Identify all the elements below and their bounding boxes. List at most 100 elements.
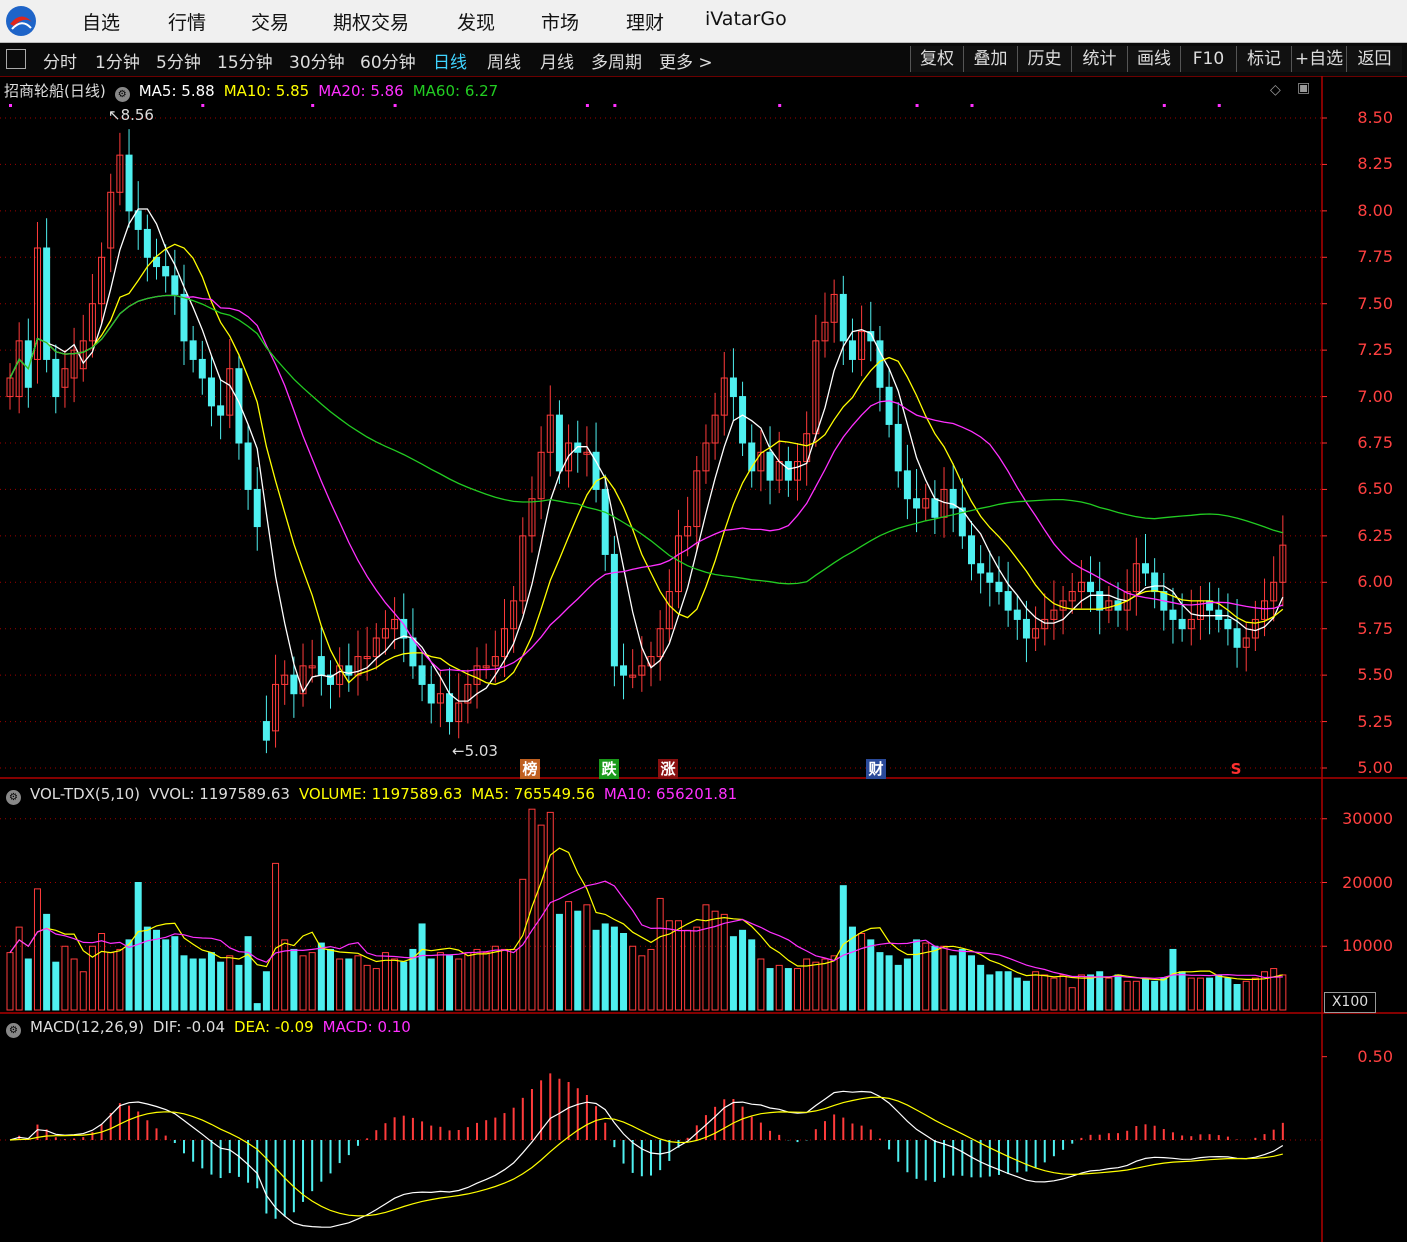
candle [1187,589,1195,646]
price-tick-label: 7.25 [1357,340,1393,360]
volume-bar [720,913,728,1011]
settings-gear-icon[interactable]: ⚙ [114,87,130,102]
candle [519,517,527,614]
volume-bar [1132,980,1140,1011]
dea-line [9,1096,1283,1217]
candle [812,314,820,447]
candle [134,181,142,250]
volume-bar [446,955,454,1011]
event-marker-0[interactable]: 榜 [520,759,540,779]
candle [711,392,719,460]
candle [33,222,41,384]
vol-indicator-label[interactable]: VOL-TDX(5,10) [30,785,140,803]
volume-tick-label: 30000 [1342,808,1393,828]
diamond-icon[interactable]: ◇ [1270,82,1281,98]
volume-bar [1233,984,1241,1011]
event-marker-1[interactable]: 跌 [599,759,619,779]
macd-value-label: MACD: 0.10 [322,1018,411,1036]
macd-indicator-label[interactable]: MACD(12,26,9) [30,1018,144,1036]
price-tick-label: 7.00 [1357,386,1393,406]
main-panel-header: 招商轮船(日线) ⚙ MA5: 5.88 MA10: 5.85 MA20: 5.86 MA… [0,80,507,102]
volume-bar [601,923,609,1011]
candle [1233,599,1241,668]
volume-bar [418,923,426,1011]
volume-panel-header: ⚙ VOL-TDX(5,10) VVOL: 1197589.63 VOLUME: 11… [0,785,746,805]
volume-bar [436,952,444,1011]
candle [977,545,985,594]
volume-bar [491,945,499,1011]
candle [70,327,78,403]
ma20-line [9,294,1284,672]
volume-bar [391,958,399,1011]
volume-bar [1160,977,1168,1011]
volume-bar [913,939,921,1011]
candle [418,651,426,702]
volume-bar [1151,980,1159,1011]
volume-bar [1050,977,1058,1011]
candle [729,348,737,421]
macd-gear-icon[interactable]: ⚙ [6,1023,21,1038]
volume-bar [427,958,435,1011]
volume-bar [272,862,280,1011]
candle [1141,534,1149,586]
volume-bar [684,929,692,1011]
candle [253,467,261,551]
volume-bar [1068,987,1076,1011]
signal-dot [585,104,589,107]
volume-bar [794,968,802,1011]
candle [830,279,838,343]
event-marker-4[interactable]: S [1226,759,1246,779]
volume-bar [958,948,966,1011]
candle [52,344,60,414]
candle [455,673,463,739]
event-marker-3[interactable]: 财 [866,759,886,779]
price-tick-label: 8.25 [1357,154,1393,174]
volume-bar [290,948,298,1011]
candle [995,556,1003,605]
volume-gear-icon[interactable]: ⚙ [6,790,21,805]
volume-bar [336,958,344,1011]
volume-bar [363,964,371,1011]
candle [198,340,206,395]
candle [848,318,856,373]
candle [345,643,353,692]
candle [372,623,380,670]
volume-bar [1196,977,1204,1011]
candle [107,173,115,273]
candle [610,535,618,687]
volume-bar [308,952,316,1011]
volume-bar [1059,974,1067,1011]
volume-bar [858,933,866,1011]
stock-chart[interactable] [0,0,1407,1242]
ma10-label: MA10: 5.85 [223,82,310,100]
ma5-label: MA5: 5.88 [138,82,215,100]
candle [821,292,829,358]
candle [922,483,930,521]
volume-bar [1169,948,1177,1011]
volume-bar [510,948,518,1011]
event-marker-2[interactable]: 涨 [658,759,678,779]
volume-bar [546,811,554,1011]
volume-bar [629,945,637,1011]
candle [583,426,591,477]
price-tick-label: 6.50 [1357,479,1393,499]
stock-title[interactable]: 招商轮船(日线) [4,82,106,100]
volume-tick-label: 20000 [1342,872,1393,892]
candle [446,667,454,735]
volume-bar [1270,968,1278,1011]
candle [1224,593,1232,646]
candle [766,426,774,505]
candle [1004,561,1012,627]
candle [537,426,545,520]
volume-bar [803,958,811,1011]
candle [327,660,334,709]
volume-bar [1279,974,1287,1011]
price-tick-label: 7.75 [1357,247,1393,267]
candle [968,521,975,581]
price-tick-label: 5.75 [1357,618,1393,638]
volume-unit-badge: X100 [1324,992,1376,1013]
candle [748,424,756,488]
volume-bar [656,897,664,1011]
window-toggle-icon[interactable]: ▣ [1297,80,1310,96]
volume-bar [674,920,682,1011]
